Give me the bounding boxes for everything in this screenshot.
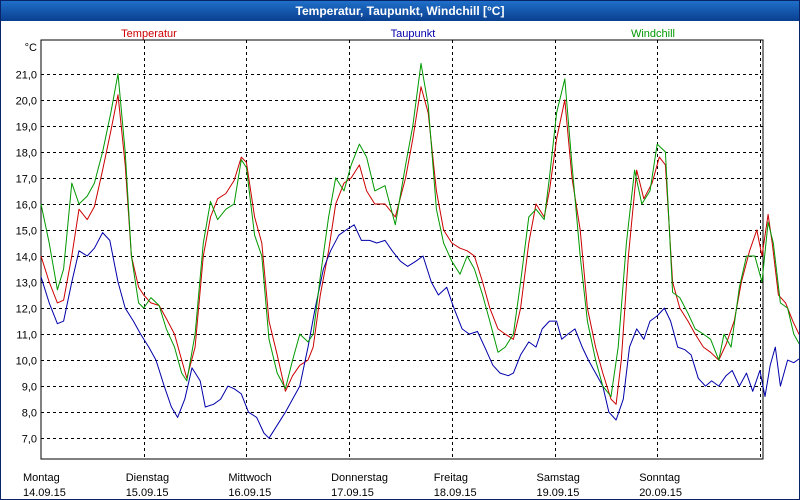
x-tick-day: Sonntag	[639, 472, 680, 484]
series-line-windchill	[40, 62, 799, 397]
x-tick-day: Dienstag	[126, 472, 169, 484]
y-tick-label: 21,0	[16, 70, 37, 82]
y-tick-label: 10,0	[16, 356, 37, 368]
x-tick-date: 15.09.15	[126, 487, 169, 499]
y-tick-label: 19,0	[16, 122, 37, 134]
line-chart: 7,0 8,0 9,0 10,0 11,0 12,0 13,0 14,0 15,0 16,0 17,…	[16, 28, 799, 499]
legend-windchill: Windchill	[631, 28, 675, 40]
y-tick-label: 13,0	[16, 278, 37, 290]
y-tick-label: 12,0	[16, 304, 37, 316]
y-tick-label: 20,0	[16, 96, 37, 108]
y-tick-label: 11,0	[16, 330, 37, 342]
y-tick-label: 9,0	[22, 382, 37, 394]
y-tick-label: 7,0	[22, 434, 37, 446]
series-lines	[40, 62, 799, 439]
series-line-temperatur	[40, 86, 799, 405]
chart-window: Temperatur, Taupunkt, Windchill [°C] 7,0…	[0, 0, 800, 500]
x-tick-date: 14.09.15	[23, 487, 66, 499]
y-tick-label: 14,0	[16, 252, 37, 264]
x-tick-day: Donnerstag	[331, 472, 388, 484]
axes: 7,0 8,0 9,0 10,0 11,0 12,0 13,0 14,0 15,0 16,0 17,…	[16, 28, 682, 499]
y-tick-label: 15,0	[16, 226, 37, 238]
x-tick-date: 16.09.15	[228, 487, 271, 499]
y-tick-label: 16,0	[16, 200, 37, 212]
y-tick-label: 18,0	[16, 148, 37, 160]
x-tick-day: Mittwoch	[228, 472, 271, 484]
grid	[40, 39, 764, 460]
x-tick-day: Montag	[23, 472, 60, 484]
x-tick-date: 20.09.15	[639, 487, 682, 499]
x-tick-day: Freitag	[434, 472, 468, 484]
legend-taupunkt: Taupunkt	[391, 28, 436, 40]
window-title: Temperatur, Taupunkt, Windchill [°C]	[1, 1, 799, 21]
x-tick-day: Samstag	[537, 472, 580, 484]
x-tick-date: 19.09.15	[537, 487, 580, 499]
legend-temperatur: Temperatur	[121, 28, 177, 40]
x-tick-date: 17.09.15	[331, 487, 374, 499]
y-tick-label: 8,0	[22, 408, 37, 420]
plot-frame	[40, 39, 764, 460]
y-tick-label: 17,0	[16, 174, 37, 186]
x-tick-date: 18.09.15	[434, 487, 477, 499]
y-axis-label: °C	[25, 42, 37, 54]
